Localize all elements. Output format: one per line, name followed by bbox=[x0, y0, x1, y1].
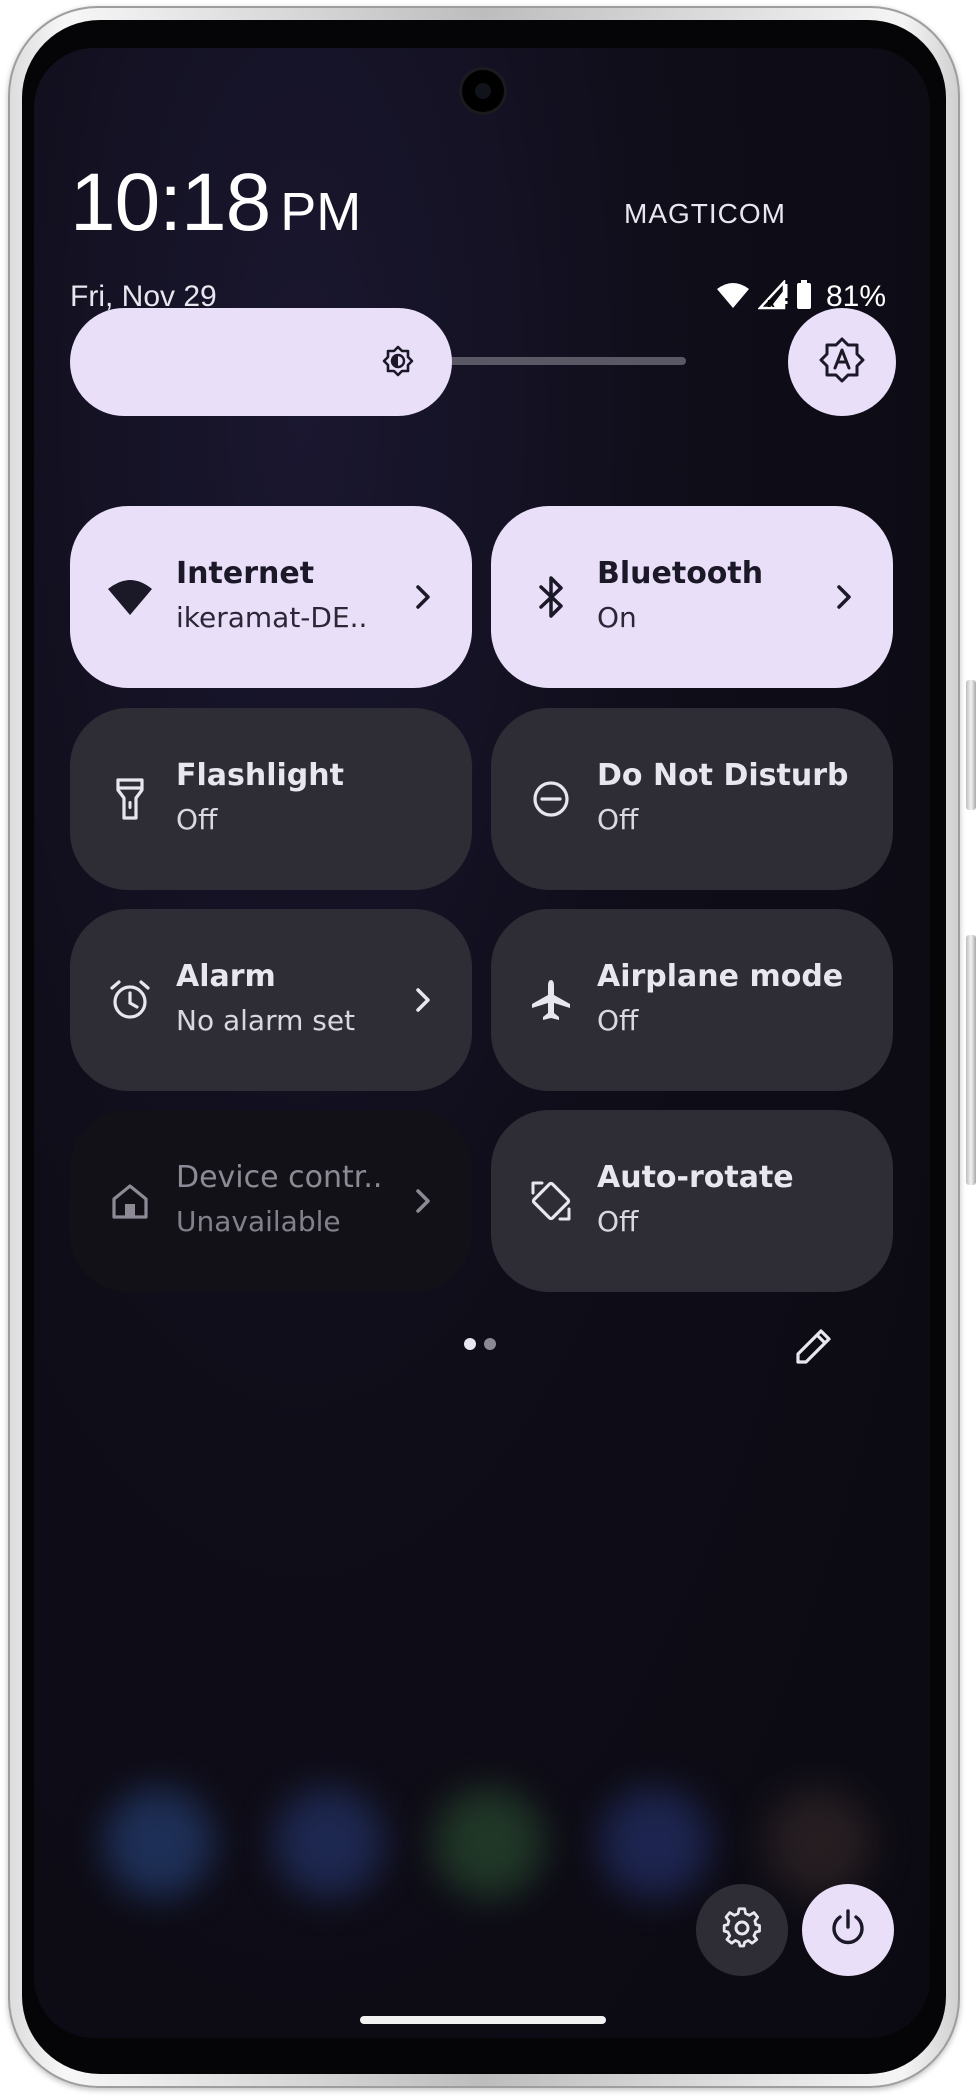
edit-tiles-button[interactable] bbox=[792, 1324, 836, 1368]
tile-label: Auto-rotate bbox=[597, 1160, 794, 1195]
svg-text:R: R bbox=[767, 299, 775, 310]
blurred-app-icon bbox=[764, 1788, 874, 1898]
tile-label: Flashlight bbox=[176, 758, 344, 793]
chevron-right-icon[interactable] bbox=[829, 582, 859, 612]
tile-state: Off bbox=[597, 1004, 639, 1037]
wifi-status-icon bbox=[716, 281, 750, 313]
home-icon bbox=[104, 1175, 156, 1227]
flashlight-icon bbox=[104, 773, 156, 825]
quick-settings-screen: 10:18 PM MAGTICOM Fri, Nov 29 R 81% Inte… bbox=[34, 48, 930, 2038]
tile-flashlight[interactable]: Flashlight Off bbox=[70, 708, 472, 890]
brightness-icon bbox=[380, 344, 416, 384]
tile-state: Unavailable bbox=[176, 1205, 341, 1238]
chevron-right-icon[interactable] bbox=[408, 1186, 438, 1216]
tile-state: ikeramat-DE.. bbox=[176, 601, 368, 634]
chevron-right-icon[interactable] bbox=[408, 985, 438, 1015]
front-camera bbox=[462, 70, 504, 112]
page-indicator bbox=[464, 1338, 496, 1350]
tile-device-controls[interactable]: Device contr.. Unavailable bbox=[70, 1110, 472, 1292]
cell-signal-icon: R bbox=[757, 278, 788, 314]
tile-label: Bluetooth bbox=[597, 556, 764, 591]
tile-state: No alarm set bbox=[176, 1004, 356, 1037]
auto-rotate-icon bbox=[525, 1175, 577, 1227]
pencil-icon bbox=[792, 1329, 836, 1372]
tile-label: Airplane mode bbox=[597, 959, 844, 994]
tile-internet[interactable]: Internet ikeramat-DE.. bbox=[70, 506, 472, 688]
auto-brightness-button[interactable] bbox=[788, 308, 896, 416]
tile-state: Off bbox=[597, 1205, 639, 1238]
blurred-app-icon bbox=[274, 1788, 384, 1898]
power-side-button bbox=[966, 935, 976, 1185]
tile-airplane-mode[interactable]: Airplane mode Off bbox=[491, 909, 893, 1091]
page-dot bbox=[464, 1338, 476, 1350]
tile-label: Alarm bbox=[176, 959, 276, 994]
bluetooth-icon bbox=[525, 571, 577, 623]
volume-button bbox=[966, 680, 976, 810]
tile-alarm[interactable]: Alarm No alarm set bbox=[70, 909, 472, 1091]
status-icons: R 81% bbox=[716, 278, 886, 314]
tile-label: Do Not Disturb bbox=[597, 758, 849, 793]
blurred-app-icon bbox=[104, 1788, 214, 1898]
carrier-name: MAGTICOM bbox=[624, 198, 786, 229]
tile-do-not-disturb[interactable]: Do Not Disturb Off bbox=[491, 708, 893, 890]
battery-icon bbox=[796, 280, 812, 314]
tile-label: Internet bbox=[176, 556, 315, 591]
gesture-home-bar[interactable] bbox=[360, 2016, 606, 2024]
blurred-app-icon bbox=[600, 1788, 710, 1898]
do-not-disturb-icon bbox=[525, 773, 577, 825]
tile-state: Off bbox=[597, 803, 639, 836]
tile-label: Device contr.. bbox=[176, 1160, 383, 1195]
gear-icon bbox=[720, 1906, 764, 1954]
airplane-icon bbox=[525, 974, 577, 1026]
chevron-right-icon[interactable] bbox=[408, 582, 438, 612]
page-dot bbox=[484, 1338, 496, 1350]
tile-state: Off bbox=[176, 803, 218, 836]
blurred-app-icon bbox=[434, 1788, 544, 1898]
power-menu-button[interactable] bbox=[802, 1884, 894, 1976]
power-icon bbox=[828, 1908, 868, 1952]
clock[interactable]: 10:18 PM bbox=[70, 156, 361, 250]
alarm-icon bbox=[104, 974, 156, 1026]
clock-time: 10:18 bbox=[70, 157, 271, 248]
clock-ampm: PM bbox=[280, 182, 362, 242]
tile-state: On bbox=[597, 601, 637, 634]
tile-auto-rotate[interactable]: Auto-rotate Off bbox=[491, 1110, 893, 1292]
auto-brightness-icon bbox=[818, 336, 866, 388]
tile-bluetooth[interactable]: Bluetooth On bbox=[491, 506, 893, 688]
settings-button[interactable] bbox=[696, 1884, 788, 1976]
wifi-icon bbox=[104, 571, 156, 623]
